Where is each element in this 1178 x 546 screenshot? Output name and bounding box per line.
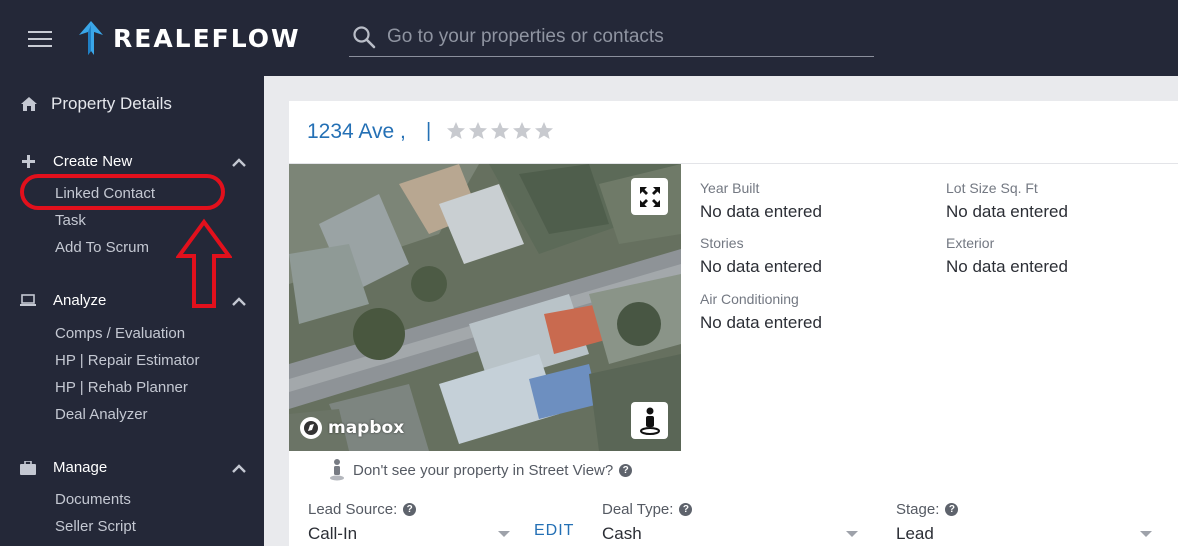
laptop-icon: [20, 293, 36, 309]
property-header: 1234 Ave , |: [289, 101, 1178, 164]
satellite-map[interactable]: mapbox: [289, 164, 681, 451]
deal-type-label-text: Deal Type:: [602, 501, 674, 518]
star-icon[interactable]: [534, 121, 554, 141]
sidebar-item-repair-estimator[interactable]: HP | Repair Estimator: [55, 352, 200, 369]
stories-label: Stories: [700, 235, 744, 251]
star-rating[interactable]: [446, 121, 554, 141]
sidebar-item-comps-evaluation[interactable]: Comps / Evaluation: [55, 325, 185, 342]
annotation-highlight-oval: [20, 174, 225, 210]
person-icon: [330, 459, 344, 481]
help-icon[interactable]: ?: [945, 503, 959, 516]
street-view-button[interactable]: [631, 402, 668, 439]
air-conditioning-value: No data entered: [700, 313, 822, 332]
section-label: Manage: [53, 459, 108, 476]
sidebar-item-property-details[interactable]: Property Details: [20, 94, 172, 114]
briefcase-icon: [20, 460, 36, 476]
mapbox-attribution: mapbox: [328, 418, 405, 438]
logo-mark-icon: [79, 21, 103, 55]
deal-type-label: Deal Type: ?: [602, 501, 693, 518]
sidebar: Property Details Create New Linked Conta…: [0, 76, 264, 546]
stage-label: Stage: ?: [896, 501, 959, 518]
star-icon[interactable]: [446, 121, 466, 141]
dropdown-caret-icon: [498, 531, 510, 537]
air-conditioning-label: Air Conditioning: [700, 291, 799, 307]
exterior-label: Exterior: [946, 235, 995, 251]
fullscreen-button[interactable]: [631, 178, 668, 215]
sidebar-item-add-to-scrum[interactable]: Add To Scrum: [55, 239, 149, 256]
search-input[interactable]: [387, 25, 857, 48]
street-view-note-text: Don't see your property in Street View?: [353, 461, 614, 479]
sidebar-item-deal-analyzer[interactable]: Deal Analyzer: [55, 406, 148, 423]
sidebar-item-documents[interactable]: Documents: [55, 491, 131, 508]
star-icon[interactable]: [512, 121, 532, 141]
lead-source-label: Lead Source: ?: [308, 501, 417, 518]
satellite-imagery: [289, 164, 681, 451]
help-icon[interactable]: ?: [619, 463, 633, 477]
star-icon[interactable]: [468, 121, 488, 141]
mapbox-icon: [300, 417, 322, 439]
year-built-label: Year Built: [700, 180, 760, 196]
pegman-icon: [639, 407, 660, 435]
mapbox-logo[interactable]: mapbox: [299, 416, 404, 440]
sidebar-item-seller-script[interactable]: Seller Script: [55, 518, 136, 535]
exterior-value: No data entered: [946, 257, 1068, 276]
lead-source-label-text: Lead Source:: [308, 501, 398, 518]
stage-select[interactable]: Lead: [896, 521, 1152, 546]
sidebar-item-task[interactable]: Task: [55, 212, 86, 229]
chevron-up-icon[interactable]: [232, 296, 246, 306]
stories-value: No data entered: [700, 257, 822, 276]
star-icon[interactable]: [490, 121, 510, 141]
top-bar: REALEFLOW: [0, 0, 1178, 76]
year-built-value: No data entered: [700, 202, 822, 221]
lead-source-select[interactable]: Call-In: [308, 521, 510, 546]
plus-icon: [20, 154, 36, 170]
section-create-new[interactable]: Create New: [20, 153, 246, 170]
deal-type-value: Cash: [602, 524, 642, 543]
lead-source-value: Call-In: [308, 524, 358, 543]
chevron-up-icon[interactable]: [232, 157, 246, 167]
annotation-arrow-icon: [176, 218, 232, 308]
lot-size-value: No data entered: [946, 202, 1068, 221]
dropdown-caret-icon: [846, 531, 858, 537]
section-label: Create New: [53, 153, 133, 170]
edit-lead-source-link[interactable]: EDIT: [534, 522, 574, 540]
section-manage[interactable]: Manage: [20, 459, 246, 476]
chevron-up-icon[interactable]: [232, 463, 246, 473]
stage-label-text: Stage:: [896, 501, 940, 518]
property-card: 1234 Ave , | mapbox Year Built No data e…: [289, 101, 1178, 546]
stage-value: Lead: [896, 524, 934, 543]
logo-text: REALEFLOW: [113, 23, 301, 53]
home-icon: [21, 97, 37, 111]
menu-icon[interactable]: [28, 31, 52, 47]
logo[interactable]: REALEFLOW: [79, 20, 301, 56]
search-bar: [349, 17, 874, 57]
lot-size-label: Lot Size Sq. Ft: [946, 180, 1038, 196]
deal-type-select[interactable]: Cash: [602, 521, 858, 546]
help-icon[interactable]: ?: [679, 503, 693, 516]
street-view-help[interactable]: Don't see your property in Street View? …: [329, 459, 633, 481]
sidebar-item-label: Property Details: [51, 94, 172, 113]
search-icon: [353, 25, 376, 48]
sidebar-item-rehab-planner[interactable]: HP | Rehab Planner: [55, 379, 188, 396]
address-separator: |: [426, 120, 432, 142]
help-icon[interactable]: ?: [403, 503, 417, 516]
dropdown-caret-icon: [1140, 531, 1152, 537]
property-address[interactable]: 1234 Ave ,: [307, 120, 406, 144]
expand-icon: [639, 186, 660, 207]
